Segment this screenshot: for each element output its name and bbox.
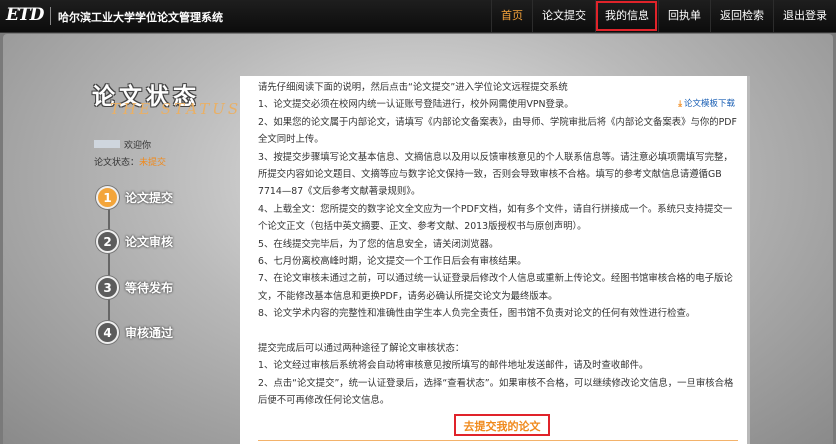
step-approved: 4 审核通过 [96,321,173,344]
nav-submit-thesis[interactable]: 论文提交 [532,0,595,32]
step-label: 论文审核 [125,235,174,249]
status-info-line: 2、点击“论文提交”，统一认证登录后，选择“查看状态”。如果审核不合格，可以继续… [258,377,734,407]
step-awaiting-publish: 3 等待发布 [96,276,173,299]
instruction-line: 1、论文提交必须在校网内统一认证账号登陆进行，校外网需使用VPN登录。 [258,99,574,111]
step-number: 4 [96,321,119,344]
status-value: 未提交 [139,158,167,168]
instruction-line: 4、上载全文：您所提交的数字论文全文应为一个PDF文档，如有多个文件，请自行拼接… [258,203,733,233]
step-number: 2 [96,230,119,253]
step-submit: 1 论文提交 [96,186,173,209]
download-icon: ⤓ [678,99,682,109]
logo-divider [50,7,51,25]
thesis-status-line: 论文状态：未提交 [94,155,166,168]
instruction-line: 5、在线提交完毕后，为了您的信息安全，请关闭浏览器。 [258,238,499,250]
etd-logo: ETD [6,5,44,25]
step-number: 3 [96,276,119,299]
nav-receipt[interactable]: 回执单 [658,0,710,32]
instruction-line: 3、按提交步骤填写论文基本信息、文摘信息以及用以反馈审核意见的个人联系信息等。请… [258,151,733,198]
step-review: 2 论文审核 [96,230,173,253]
instruction-line: 7、在论文审核未通过之前，可以通过统一认证登录后修改个人信息或重新上传论文。经图… [258,273,733,302]
submit-thesis-button[interactable]: 去提交我的论文 [454,414,550,436]
username-blurred [94,140,120,148]
nav-logout[interactable]: 退出登录 [773,0,836,32]
step-label: 论文提交 [125,191,174,205]
status-subtitle: THE STATUS [110,100,242,118]
nav-my-info[interactable]: 我的信息 [595,0,658,32]
welcome-text: 欢迎你 [124,141,152,151]
site-title: 哈尔滨工业大学学位论文管理系统 [58,11,223,24]
step-label: 审核通过 [125,326,174,340]
instruction-line: 请先仔细阅读下面的说明，然后点击“论文提交”进入学位论文远程提交系统 [258,82,568,93]
top-navigation-bar: ETD 哈尔滨工业大学学位论文管理系统 首页 论文提交 我的信息 回执单 返回检… [0,0,836,33]
instruction-line: 8、论文学术内容的完整性和准确性由学生本人负完全责任，图书馆不负责对论文的任何有… [258,308,696,320]
instruction-line: 6、七月份离校高峰时期，论文提交一个工作日后会有审核结果。 [258,256,527,268]
main-nav: 首页 论文提交 我的信息 回执单 返回检索 退出登录 [491,0,836,32]
instructions-text: 请先仔细阅读下面的说明，然后点击“论文提交”进入学位论文远程提交系统 1、论文提… [258,79,740,410]
status-label: 论文状态： [94,158,140,168]
download-label: 论文模板下载 [683,99,735,109]
template-download-link[interactable]: ⤓ 论文模板下载 [676,97,735,109]
steps-connector [108,196,110,332]
instruction-line: 2、如果您的论文属于内部论文，请填写《内部论文备案表》，由导师、学院审批后将《内… [258,116,737,146]
divider [258,440,738,441]
instructions-panel: 请先仔细阅读下面的说明，然后点击“论文提交”进入学位论文远程提交系统 1、论文提… [240,76,750,444]
step-number: 1 [96,186,119,209]
nav-home[interactable]: 首页 [491,0,532,32]
status-info-line: 提交完成后可以通过两种途径了解论文审核状态： [258,343,465,355]
step-label: 等待发布 [125,281,174,295]
status-info-line: 1、论文经过审核后系统将会自动将审核意见按所填写的邮件地址发送邮件，请及时查收邮… [258,360,649,372]
nav-back-to-search[interactable]: 返回检索 [710,0,773,32]
